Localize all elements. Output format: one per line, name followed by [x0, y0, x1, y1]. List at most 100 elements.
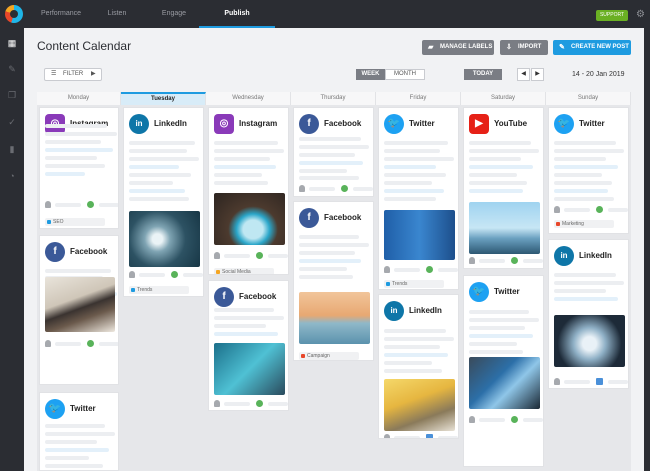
- import-button[interactable]: ⇩ IMPORT: [500, 40, 548, 55]
- user-icon: [214, 252, 220, 259]
- support-button[interactable]: SUPPORT: [596, 10, 628, 21]
- post-image[interactable]: [469, 202, 540, 254]
- tab-listen[interactable]: Listen: [100, 0, 134, 28]
- tag-color-icon: [131, 288, 135, 292]
- filter-button[interactable]: ☰ FILTER ▶: [44, 68, 102, 81]
- post-image[interactable]: [384, 210, 455, 260]
- meta-placeholder: [438, 268, 458, 272]
- post-card-facebook[interactable]: f Facebook: [39, 235, 119, 385]
- post-card-facebook[interactable]: f Facebook: [293, 107, 374, 197]
- meta-placeholder: [564, 380, 590, 384]
- edit-icon: ✎: [559, 44, 565, 51]
- text-placeholder: [45, 269, 111, 273]
- day-header-wednesday: Wednesday: [206, 92, 291, 105]
- meta-placeholder: [438, 436, 458, 438]
- gear-icon[interactable]: ⚙: [636, 9, 645, 21]
- tag-label: Marketing: [562, 221, 584, 227]
- tag-color-icon: [47, 220, 51, 224]
- post-card-twitter[interactable]: 🐦 Twitter: [39, 392, 119, 471]
- calendar-icon[interactable]: ▦: [6, 37, 18, 49]
- tab-publish[interactable]: Publish: [199, 0, 275, 28]
- text-placeholder: [384, 181, 432, 185]
- facebook-icon: f: [299, 208, 319, 228]
- compose-icon[interactable]: ✎: [6, 63, 18, 75]
- user-icon: [469, 416, 475, 423]
- post-image[interactable]: [129, 211, 200, 267]
- tab-performance[interactable]: Performance: [36, 0, 86, 28]
- tag-label: SEO: [53, 219, 64, 225]
- post-card-facebook[interactable]: f Facebook Campaign: [293, 201, 374, 361]
- post-card-instagram[interactable]: ◎ Instagram Social Media: [208, 107, 289, 275]
- text-placeholder: [469, 326, 525, 330]
- text-placeholder: [384, 173, 446, 177]
- text-placeholder: [384, 353, 448, 357]
- text-placeholder: [469, 350, 523, 354]
- date-range: 14 - 20 Jan 2019: [572, 71, 625, 78]
- approved-icon[interactable]: ✓: [6, 116, 18, 128]
- text-placeholder: [469, 189, 523, 193]
- status-icon: [511, 416, 518, 423]
- text-placeholder: [214, 149, 284, 153]
- card-footer: [384, 434, 458, 438]
- create-new-post-button[interactable]: ✎ CREATE NEW POST: [553, 40, 631, 55]
- text-placeholder: [384, 329, 446, 333]
- post-image[interactable]: [214, 343, 285, 395]
- text-placeholder: [129, 173, 191, 177]
- text-placeholder: [129, 165, 179, 169]
- post-card-youtube[interactable]: ▶ YouTube: [463, 107, 544, 269]
- text-placeholder: [214, 181, 268, 185]
- previous-week-button[interactable]: ◀: [517, 68, 530, 81]
- post-card-twitter[interactable]: 🐦 Twitter Trends: [378, 107, 459, 290]
- label-tag[interactable]: Social Media: [214, 268, 274, 274]
- text-placeholder: [129, 189, 185, 193]
- post-image[interactable]: [384, 379, 455, 431]
- post-card-facebook[interactable]: f Facebook: [208, 280, 289, 411]
- text-placeholder: [469, 173, 517, 177]
- post-card-twitter[interactable]: 🐦 Twitter: [463, 275, 544, 467]
- today-button[interactable]: TODAY: [464, 69, 502, 80]
- user-icon: [299, 185, 305, 192]
- label-tag[interactable]: Trends: [129, 286, 189, 294]
- chevron-right-icon: ▶: [91, 71, 96, 77]
- linkedin-icon: in: [554, 246, 574, 266]
- post-image[interactable]: [469, 357, 540, 409]
- post-card-twitter[interactable]: 🐦 Twitter Marketing: [548, 107, 629, 234]
- label-tag[interactable]: Marketing: [554, 220, 614, 228]
- manage-labels-button[interactable]: ▰ MANAGE LABELS: [422, 40, 494, 55]
- meta-placeholder: [479, 418, 505, 422]
- card-footer: [554, 206, 628, 213]
- text-placeholder: [299, 251, 355, 255]
- post-image[interactable]: [554, 315, 625, 367]
- text-placeholder: [45, 424, 105, 428]
- label-tag[interactable]: SEO: [45, 218, 105, 226]
- label-tag[interactable]: Campaign: [299, 352, 359, 360]
- status-icon: [171, 271, 178, 278]
- month-view-button[interactable]: MONTH: [385, 69, 425, 80]
- post-card-linkedin[interactable]: in LinkedIn Trends: [123, 107, 204, 297]
- post-card-linkedin[interactable]: in LinkedIn: [378, 294, 459, 439]
- post-image[interactable]: [299, 292, 370, 344]
- network-name: LinkedIn: [409, 306, 442, 315]
- card-footer: [469, 257, 543, 264]
- text-placeholder: [45, 124, 107, 128]
- instagram-icon: ◎: [214, 114, 234, 134]
- post-image[interactable]: [45, 277, 115, 332]
- post-image[interactable]: [214, 193, 285, 245]
- post-card-linkedin[interactable]: in LinkedIn: [548, 239, 629, 389]
- app-logo[interactable]: [5, 5, 23, 23]
- meta-placeholder: [523, 418, 543, 422]
- post-card-instagram[interactable]: ◎InstagramSEO: [39, 107, 119, 229]
- gauge-icon[interactable]: ◔: [6, 170, 18, 182]
- tab-engage[interactable]: Engage: [154, 0, 194, 28]
- analytics-icon[interactable]: ▮: [6, 143, 18, 155]
- label-tag[interactable]: Trends: [384, 280, 444, 288]
- next-week-button[interactable]: ▶: [531, 68, 544, 81]
- week-view-button[interactable]: WEEK: [356, 69, 385, 80]
- text-placeholder: [384, 369, 442, 373]
- sidebar: ▦ ✎ ❐ ✓ ▮ ◔: [0, 28, 24, 471]
- text-placeholder: [299, 169, 347, 173]
- network-name: Facebook: [324, 213, 362, 222]
- youtube-icon: ▶: [469, 114, 489, 134]
- meta-placeholder: [353, 187, 373, 191]
- drafts-icon[interactable]: ❐: [6, 89, 18, 101]
